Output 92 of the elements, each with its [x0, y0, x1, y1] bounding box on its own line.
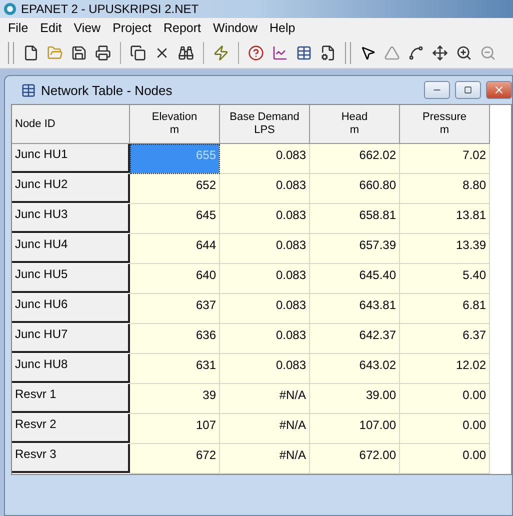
menu-item[interactable]: Edit: [34, 21, 68, 35]
lightning-icon: [213, 45, 229, 61]
folder-icon: [47, 45, 63, 61]
table-cell[interactable]: 642.37: [310, 324, 400, 354]
row-header[interactable]: Junc HU8: [12, 354, 130, 383]
table-cell[interactable]: 5.40: [400, 264, 490, 294]
table-cell[interactable]: 0.083: [220, 204, 310, 234]
table-cell[interactable]: 0.00: [400, 384, 490, 414]
table-cell[interactable]: 0.00: [400, 444, 490, 474]
pointer-icon: [360, 45, 376, 61]
table-cell[interactable]: 643.02: [310, 354, 400, 384]
table-cell[interactable]: 657.39: [310, 234, 400, 264]
table-icon: [296, 45, 312, 61]
zoom-in-icon: [456, 45, 472, 61]
menu-item[interactable]: File: [2, 21, 34, 35]
polygon-icon: [408, 45, 424, 61]
table-cell[interactable]: 13.81: [400, 204, 490, 234]
menu-item[interactable]: Window: [207, 21, 264, 35]
minimize-button[interactable]: [424, 81, 450, 99]
row-header[interactable]: Junc HU6: [12, 294, 130, 323]
copy-icon: [130, 45, 146, 61]
menu-item[interactable]: Help: [263, 21, 302, 35]
table-cell[interactable]: 0.083: [220, 234, 310, 264]
table-cell[interactable]: 0.083: [220, 354, 310, 384]
row-header[interactable]: Resvr 1: [12, 384, 130, 413]
table-cell[interactable]: 637: [130, 294, 220, 324]
table-cell[interactable]: 658.81: [310, 204, 400, 234]
table-cell[interactable]: 645: [130, 204, 220, 234]
table-icon: [21, 82, 36, 98]
table-cell[interactable]: 13.39: [400, 234, 490, 264]
row-header[interactable]: Junc HU4: [12, 234, 130, 263]
table-cell[interactable]: 672: [130, 444, 220, 474]
row-header[interactable]: Junc HU2: [12, 174, 130, 203]
table-cell[interactable]: 636: [130, 324, 220, 354]
window-title: EPANET 2 - UPUSKRIPSI 2.NET: [21, 2, 199, 16]
table-cell[interactable]: 107.00: [310, 414, 400, 444]
document-icon: [23, 45, 39, 61]
table-cell[interactable]: #N/A: [220, 444, 310, 474]
table-cell[interactable]: 640: [130, 264, 220, 294]
menu-item[interactable]: Report: [157, 21, 208, 35]
table-cell[interactable]: 643.81: [310, 294, 400, 324]
zoom-out-icon: [480, 45, 496, 61]
restore-icon: [464, 86, 472, 94]
restore-button[interactable]: [455, 81, 481, 99]
table-cell[interactable]: 0.083: [220, 144, 310, 174]
header-text: Head m: [341, 111, 368, 137]
table-cell[interactable]: #N/A: [220, 384, 310, 414]
app-icon: [3, 2, 17, 16]
table-cell[interactable]: 39: [130, 384, 220, 414]
table-cell[interactable]: 645.40: [310, 264, 400, 294]
header-text: Elevation m: [152, 111, 198, 137]
help-icon: [248, 45, 264, 61]
row-header[interactable]: Junc HU5: [12, 264, 130, 293]
row-header[interactable]: Junc HU7: [12, 324, 130, 353]
close-icon: [493, 84, 505, 96]
header-text: Base Demand LPS: [230, 111, 300, 137]
save-icon: [71, 45, 87, 61]
header-text: Node ID: [14, 118, 56, 130]
options-icon: [320, 45, 336, 61]
table-cell[interactable]: 631: [130, 354, 220, 384]
table-cell[interactable]: 660.80: [310, 174, 400, 204]
row-header[interactable]: Junc HU1: [12, 144, 130, 173]
table-cell[interactable]: 662.02: [310, 144, 400, 174]
table-cell[interactable]: 0.00: [400, 414, 490, 444]
table-cell[interactable]: #N/A: [220, 414, 310, 444]
table-cell[interactable]: 0.083: [220, 174, 310, 204]
table-cell[interactable]: 652: [130, 174, 220, 204]
table-cell[interactable]: 12.02: [400, 354, 490, 384]
vertex-icon: [384, 45, 400, 61]
table-cell[interactable]: 7.02: [400, 144, 490, 174]
pan-icon: [432, 45, 448, 61]
graph-icon: [272, 45, 288, 61]
row-header[interactable]: Resvr 3: [12, 444, 130, 473]
binoculars-icon: [178, 45, 194, 61]
row-header[interactable]: Resvr 2: [12, 414, 130, 443]
table-cell[interactable]: 0.083: [220, 294, 310, 324]
header-text: Pressure m: [422, 111, 467, 137]
table-cell[interactable]: 6.81: [400, 294, 490, 324]
row-header[interactable]: Junc HU3: [12, 204, 130, 233]
table-window-title: Network Table - Nodes: [41, 82, 174, 98]
table-cell[interactable]: 107: [130, 414, 220, 444]
menu-item[interactable]: View: [68, 21, 107, 35]
table-cell[interactable]: 6.37: [400, 324, 490, 354]
table-cell[interactable]: 644: [130, 234, 220, 264]
table-cell[interactable]: 672.00: [310, 444, 400, 474]
table-cell[interactable]: 8.80: [400, 174, 490, 204]
table-cell[interactable]: 0.083: [220, 264, 310, 294]
table-cell[interactable]: 0.083: [220, 324, 310, 354]
table-cell[interactable]: 39.00: [310, 384, 400, 414]
menu-item[interactable]: Project: [106, 21, 158, 35]
printer-icon: [95, 45, 111, 61]
close-button[interactable]: [486, 81, 512, 99]
